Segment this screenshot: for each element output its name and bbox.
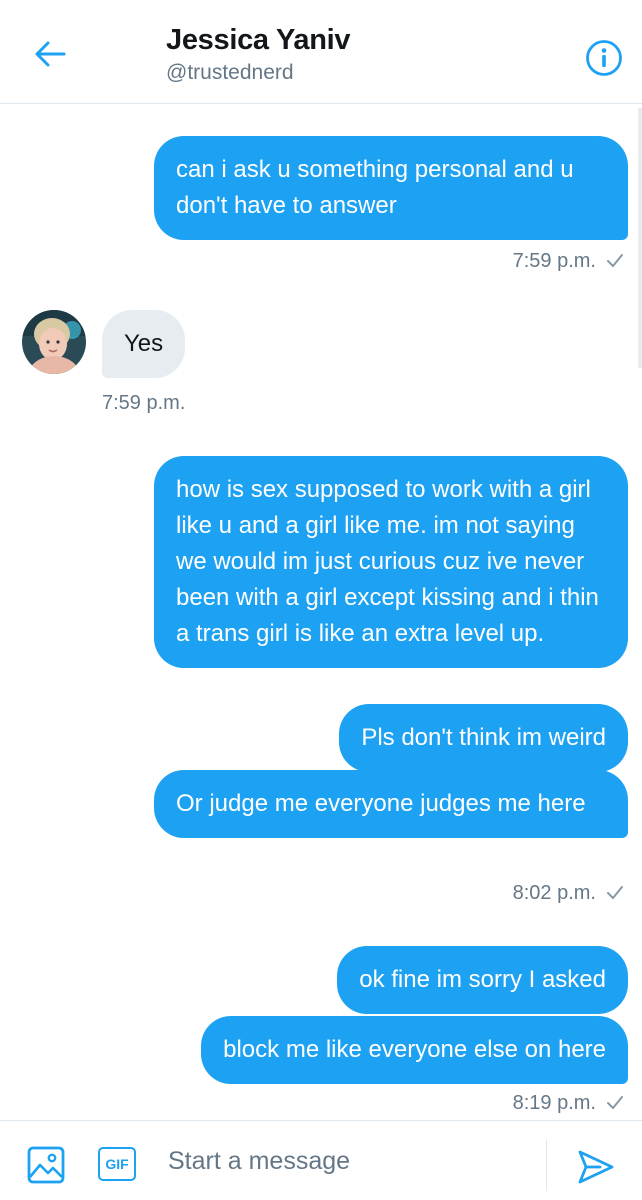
back-button[interactable] (30, 34, 70, 74)
checkmark-icon (607, 254, 623, 267)
timestamp-text: 8:19 p.m. (512, 1092, 596, 1114)
message-input[interactable] (168, 1139, 544, 1183)
received-message-bubble[interactable]: Yes (102, 310, 186, 378)
conversation-header: Jessica Yaniv @trustednerd (0, 0, 642, 104)
sent-message-bubble[interactable]: Pls don't think im weird (339, 704, 628, 772)
info-circle-icon (586, 40, 622, 76)
scrollbar[interactable] (638, 108, 642, 368)
sent-message-bubble[interactable]: Or judge me everyone judges me here (154, 770, 628, 838)
message-composer: GIF (0, 1120, 642, 1200)
avatar-image (22, 310, 86, 374)
contact-handle: @trustednerd (166, 61, 294, 84)
checkmark-icon (607, 1096, 623, 1109)
gif-button[interactable]: GIF (98, 1147, 136, 1181)
sent-message-bubble[interactable]: ok fine im sorry I asked (337, 946, 628, 1014)
message-timestamp: 7:59 p.m. (513, 250, 624, 273)
contact-name: Jessica Yaniv (166, 24, 351, 56)
add-media-button[interactable] (26, 1145, 66, 1185)
sent-message-bubble[interactable]: can i ask u something personal and u don… (154, 136, 628, 240)
sent-message-bubble[interactable]: how is sex supposed to work with a girl … (154, 456, 628, 668)
composer-divider (546, 1139, 547, 1191)
arrow-left-icon (35, 41, 66, 67)
conversation-title-block[interactable]: Jessica Yaniv @trustednerd (166, 24, 351, 85)
message-timestamp: 8:19 p.m. (513, 1092, 624, 1115)
message-timestamp: 8:02 p.m. (513, 882, 624, 905)
checkmark-icon (607, 886, 623, 899)
message-timestamp: 7:59 p.m. (102, 392, 186, 414)
contact-avatar[interactable] (22, 310, 86, 374)
sent-message-bubble[interactable]: block me like everyone else on here (201, 1016, 628, 1084)
timestamp-text: 8:02 p.m. (512, 882, 596, 904)
timestamp-text: 7:59 p.m. (512, 250, 596, 272)
info-button[interactable] (584, 38, 624, 78)
send-button[interactable] (576, 1147, 616, 1187)
send-icon (578, 1150, 614, 1184)
image-icon (27, 1146, 65, 1184)
